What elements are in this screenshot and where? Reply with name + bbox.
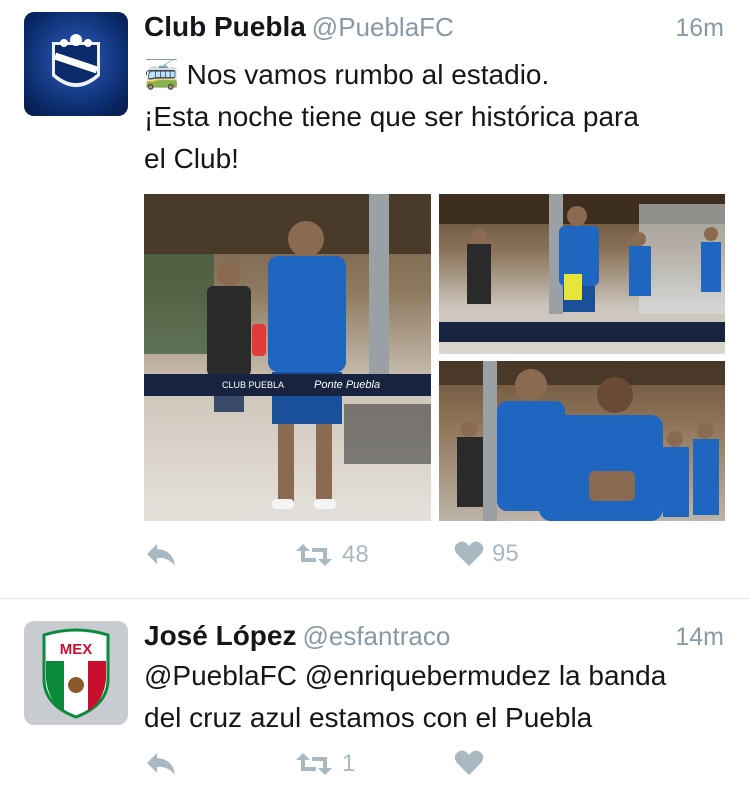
retweet-icon — [296, 544, 332, 566]
tweet-text-line-2: del cruz azul estamos con el Puebla — [144, 702, 593, 733]
reply-icon — [147, 544, 175, 566]
retweet-count: 1 — [342, 750, 356, 777]
avatar-club-puebla[interactable] — [24, 12, 128, 116]
author-display-name[interactable]: José López — [144, 620, 296, 651]
tweet-photo-2[interactable] — [439, 194, 725, 354]
mex-shield-icon — [42, 628, 110, 719]
like-count: 95 — [492, 540, 519, 567]
author-display-name[interactable]: Club Puebla — [144, 11, 306, 42]
tweet-actions: 1 — [144, 749, 704, 789]
photo-banner: CLUB PUEBLA Ponte Puebla — [144, 374, 431, 396]
reply-button[interactable] — [144, 749, 178, 779]
tweet-jose-lopez[interactable]: MEX José López @esfantraco 14m @PueblaFC … — [0, 599, 750, 803]
heart-icon — [454, 750, 484, 775]
tweet-text: 🚎 Nos vamos rumbo al estadio. ¡Esta noch… — [144, 54, 729, 180]
photo-scene-1 — [144, 194, 431, 509]
reply-button[interactable] — [144, 540, 178, 570]
retweet-button[interactable]: 1 — [294, 749, 355, 779]
photo-banner-text: CLUB PUEBLA — [222, 380, 285, 390]
tweet-text-line: 🚎 Nos vamos rumbo al estadio. — [144, 54, 729, 96]
retweet-icon — [296, 753, 332, 775]
avatar-jose-lopez[interactable]: MEX — [24, 621, 128, 725]
heart-icon — [454, 541, 484, 566]
tweet-text: @PueblaFC @enriquebermudez la banda del … — [144, 655, 729, 739]
tweet-text-line-1: @PueblaFC @enriquebermudez la banda — [144, 660, 667, 691]
puebla-crest-icon — [52, 34, 100, 87]
tweet-timestamp: 16m — [675, 14, 724, 42]
author-handle[interactable]: @PueblaFC — [312, 12, 454, 42]
like-button[interactable] — [454, 749, 484, 777]
mex-badge-text: MEX — [59, 641, 93, 658]
photo-banner — [439, 322, 725, 342]
photo-script-text: Ponte Puebla — [314, 379, 381, 391]
tweet-text-line-3: el Club! — [144, 143, 239, 174]
tweet-photo-1[interactable]: CLUB PUEBLA Ponte Puebla — [144, 194, 431, 521]
retweet-count: 48 — [342, 541, 369, 568]
tweet-text-line-2: ¡Esta noche tiene que ser histórica para — [144, 101, 639, 132]
retweet-button[interactable]: 48 — [294, 540, 369, 570]
tweet-timestamp: 14m — [675, 623, 724, 651]
tweet-photo-3[interactable] — [439, 361, 725, 521]
bus-emoji-icon: 🚎 — [144, 59, 179, 90]
author-name[interactable]: Club Puebla @PueblaFC — [144, 11, 454, 43]
author-name[interactable]: José López @esfantraco — [144, 620, 450, 652]
like-button[interactable]: 95 — [454, 540, 519, 568]
reply-icon — [147, 753, 175, 775]
author-handle[interactable]: @esfantraco — [302, 621, 450, 651]
tweet-text-line-1: Nos vamos rumbo al estadio. — [186, 59, 550, 90]
tweet-club-puebla[interactable]: Club Puebla @PueblaFC 16m 🚎 Nos vamos rum… — [0, 0, 750, 598]
tweet-actions: 48 95 — [144, 540, 704, 580]
photo-scene-3 — [439, 361, 725, 521]
